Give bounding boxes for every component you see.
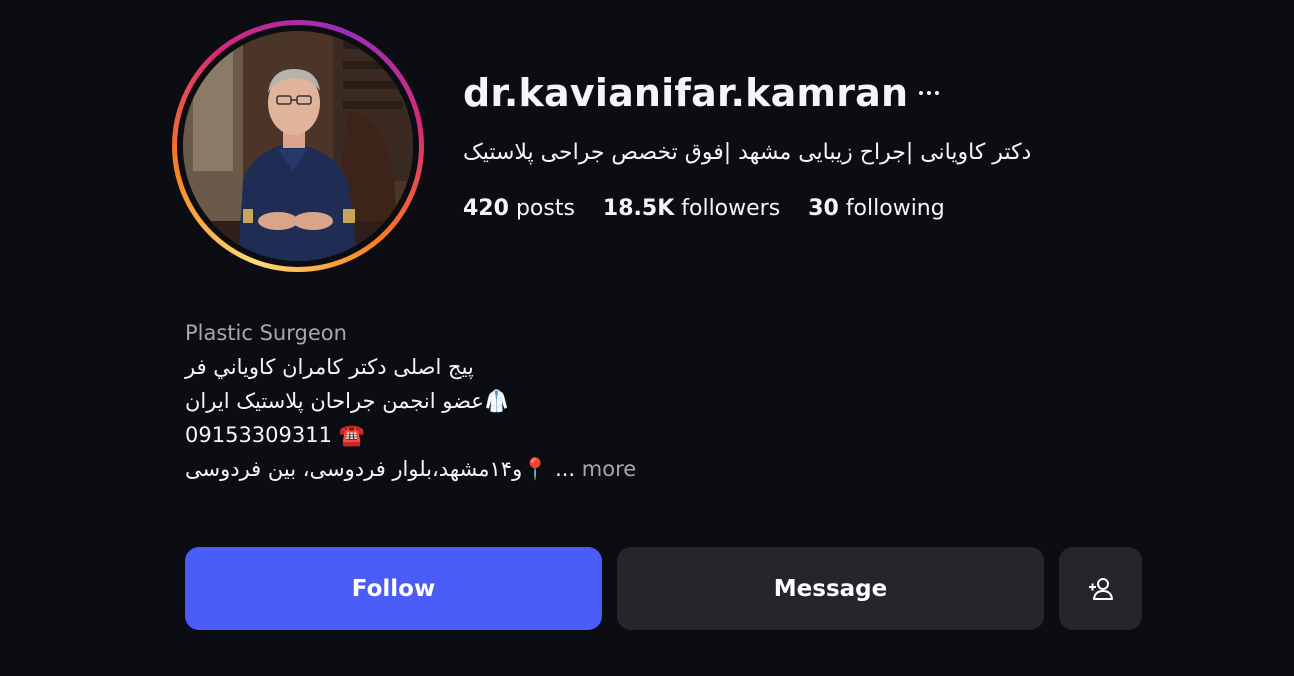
bio-line: پیج اصلی دکتر کامران كاوياني فر bbox=[185, 355, 474, 379]
profile-full-name: دکتر کاویانی |جراح زیبایی مشهد |فوق تخصص… bbox=[463, 140, 1032, 165]
profile-username: dr.kavianifar.kamran bbox=[463, 71, 909, 115]
following-link[interactable]: 30 following bbox=[808, 196, 945, 221]
more-options-icon[interactable] bbox=[914, 78, 944, 108]
avatar[interactable] bbox=[183, 31, 413, 261]
message-button[interactable]: Message bbox=[617, 547, 1044, 630]
profile-page: dr.kavianifar.kamran دکتر کاویانی |جراح … bbox=[0, 0, 1294, 676]
bio-more-link[interactable]: more bbox=[582, 457, 636, 481]
posts-count: 420 posts bbox=[463, 196, 575, 221]
follow-button[interactable]: Follow bbox=[185, 547, 602, 630]
telephone-icon: ☎️ bbox=[338, 423, 365, 447]
pin-icon: 📍 bbox=[522, 457, 549, 481]
avatar-photo bbox=[183, 31, 413, 261]
bio-line: 09153309311 ☎️ bbox=[185, 423, 365, 447]
profile-avatar-ring[interactable] bbox=[172, 20, 424, 272]
profile-bio: Plastic Surgeon پیج اصلی دکتر کامران كاو… bbox=[185, 316, 745, 486]
bio-line: و۱۴مشهد،بلوار فردوسی، بین فردوسی📍 ... mo… bbox=[185, 457, 637, 481]
lab-coat-icon: 🥼 bbox=[483, 389, 510, 413]
followers-link[interactable]: 18.5K followers bbox=[603, 196, 780, 221]
profile-stats: 420 posts 18.5K followers 30 following bbox=[463, 196, 945, 221]
suggested-users-button[interactable] bbox=[1059, 547, 1142, 630]
add-user-icon bbox=[1088, 577, 1113, 600]
profile-category: Plastic Surgeon bbox=[185, 321, 347, 345]
bio-line: عضو انجمن جراحان پلاستیک ایران🥼 bbox=[185, 389, 510, 413]
